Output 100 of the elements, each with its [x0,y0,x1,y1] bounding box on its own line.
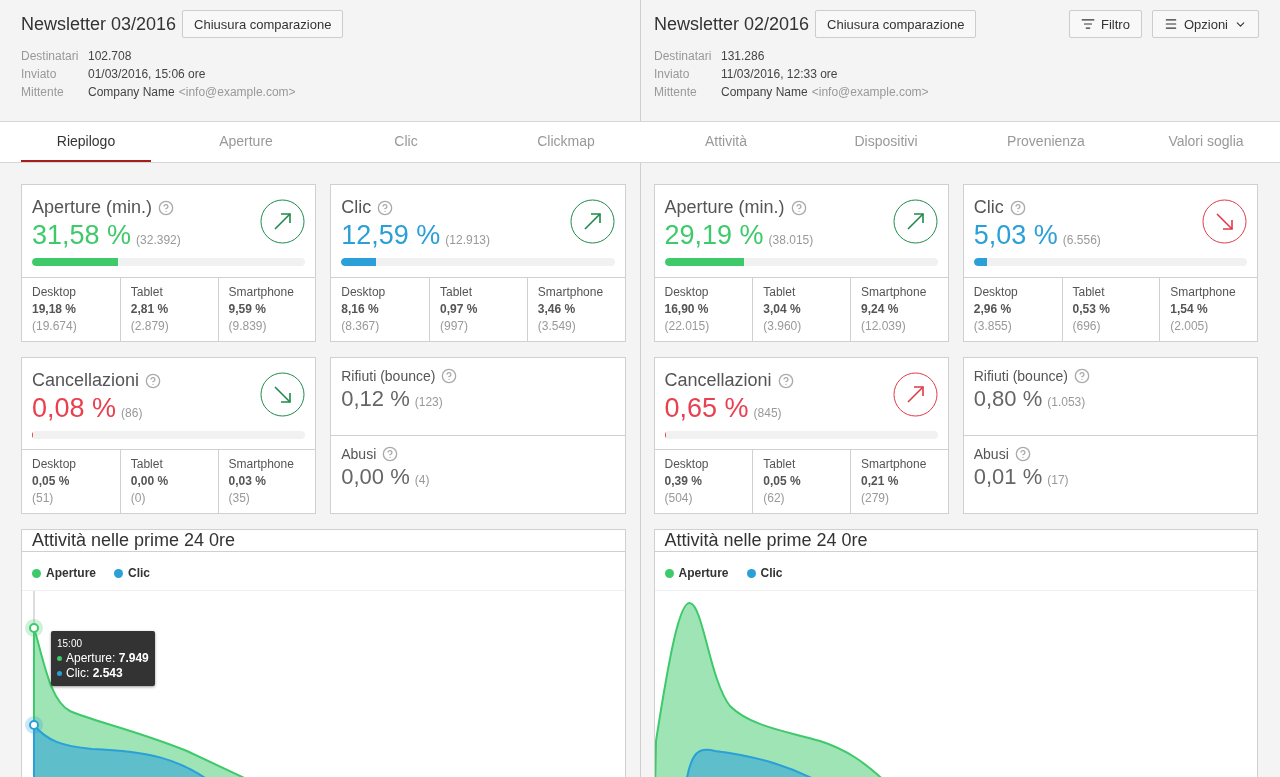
metric-value: 0,80 % [973,386,1043,412]
help-icon[interactable] [145,372,162,389]
options-button[interactable]: Opzioni [1151,10,1259,38]
help-icon[interactable] [790,199,807,216]
meta-label: Destinatari [21,48,80,65]
sender-email: <info@example.com> [178,84,296,101]
metric-count: (86) [121,406,143,420]
metric-count: (1.053) [1047,395,1086,409]
data-point [25,716,43,734]
help-icon[interactable] [1009,199,1026,216]
device-percent: 0,97 % [440,301,479,318]
metric-count: (845) [753,406,782,420]
device-percent: 0,03 % [228,473,267,490]
tooltip-time: 15:00 [57,637,84,651]
device-percent: 8,16 % [341,301,380,318]
device-count: (997) [440,318,469,335]
device-count: (696) [1072,318,1102,335]
device-percent: 0,00 % [130,473,170,490]
device-percent: 19,18 % [32,301,78,318]
metric-count: (123) [414,395,443,409]
filter-icon [1081,17,1096,31]
metric-title: Rifiuti (bounce) [341,368,436,384]
device-percent: 3,04 % [763,301,802,318]
metric-count: (38.015) [768,233,814,247]
menu-icon [1163,17,1178,31]
metric-title: Cancellazioni [32,370,140,391]
help-icon[interactable] [158,199,175,216]
tooltip-entry: Clic: 2.543 [66,666,123,681]
device-count: (0) [130,490,147,507]
meta-value: 11/03/2016, 12:33 ore [721,66,838,83]
chart-title: Attività nelle prime 24 0re [22,530,625,552]
legend-item[interactable]: Clic [114,566,151,580]
legend-item[interactable]: Aperture [32,566,96,580]
device-count: (12.039) [861,318,907,335]
device-percent: 0,53 % [1072,301,1111,318]
metric-title: Abusi [341,446,377,462]
device-count: (9.839) [228,318,268,335]
device-name: Tablet [1072,284,1106,301]
device-count: (62) [763,490,786,507]
device-count: (3.960) [763,318,803,335]
device-name: Tablet [763,456,797,473]
meta-value: Company Name [721,84,808,101]
metric-count: (4) [414,473,430,487]
legend-item[interactable]: Clic [746,566,783,580]
device-percent: 9,59 % [228,301,267,318]
meta-label: Destinatari [654,48,713,65]
metric-value: 0,01 % [973,464,1043,490]
device-name: Tablet [763,284,797,301]
help-icon[interactable] [777,372,794,389]
device-percent: 2,81 % [130,301,170,318]
meta-label: Mittente [21,84,65,101]
device-count: (35) [228,490,251,507]
device-name: Smartphone [228,456,295,473]
device-count: (8.367) [341,318,381,335]
device-count: (3.549) [537,318,577,335]
device-percent: 0,05 % [763,473,802,490]
close-comparison-button[interactable]: Chiusura comparazione [815,10,977,38]
newsletter-title: Newsletter 03/2016 [21,13,177,35]
filter-button[interactable]: Filtro [1069,10,1142,38]
metric-count: (12.913) [445,233,491,247]
metric-title: Aperture (min.) [664,197,785,218]
help-icon[interactable] [441,368,458,384]
newsletter-title: Newsletter 02/2016 [654,13,810,35]
metric-title: Clic [973,197,1004,218]
metric-title: Clic [341,197,372,218]
sender-email: <info@example.com> [811,84,929,101]
device-name: Tablet [130,284,164,301]
device-count: (2.005) [1170,318,1210,335]
device-percent: 3,46 % [537,301,577,318]
device-name: Smartphone [1170,284,1237,301]
device-count: (2.879) [130,318,170,335]
metric-value: 29,19 % [664,220,764,251]
device-name: Desktop [664,284,710,301]
help-icon[interactable] [1073,368,1090,384]
close-comparison-button[interactable]: Chiusura comparazione [182,10,344,38]
device-count: (279) [861,490,890,507]
device-count: (3.855) [973,318,1013,335]
device-percent: 0,21 % [861,473,900,490]
metric-title: Rifiuti (bounce) [973,368,1068,384]
tooltip-entry: Aperture: 7.949 [66,651,149,666]
meta-value: Company Name [88,84,175,101]
metric-value: 0,12 % [341,386,410,412]
device-name: Smartphone [228,284,295,301]
help-icon[interactable] [377,199,394,216]
device-name: Smartphone [861,456,928,473]
help-icon[interactable] [382,446,399,462]
device-count: (51) [32,490,55,507]
help-icon[interactable] [1014,446,1031,462]
data-point [25,619,43,637]
metric-value: 0,08 % [32,393,117,424]
device-name: Desktop [973,284,1019,301]
device-percent: 1,54 % [1170,301,1209,318]
device-name: Desktop [664,456,710,473]
device-count: (19.674) [32,318,78,335]
legend-item[interactable]: Aperture [664,566,729,580]
metric-count: (32.392) [136,233,181,247]
device-count: (504) [664,490,694,507]
meta-label: Inviato [654,66,691,83]
meta-label: Mittente [654,84,698,101]
metric-value: 0,00 % [341,464,410,490]
